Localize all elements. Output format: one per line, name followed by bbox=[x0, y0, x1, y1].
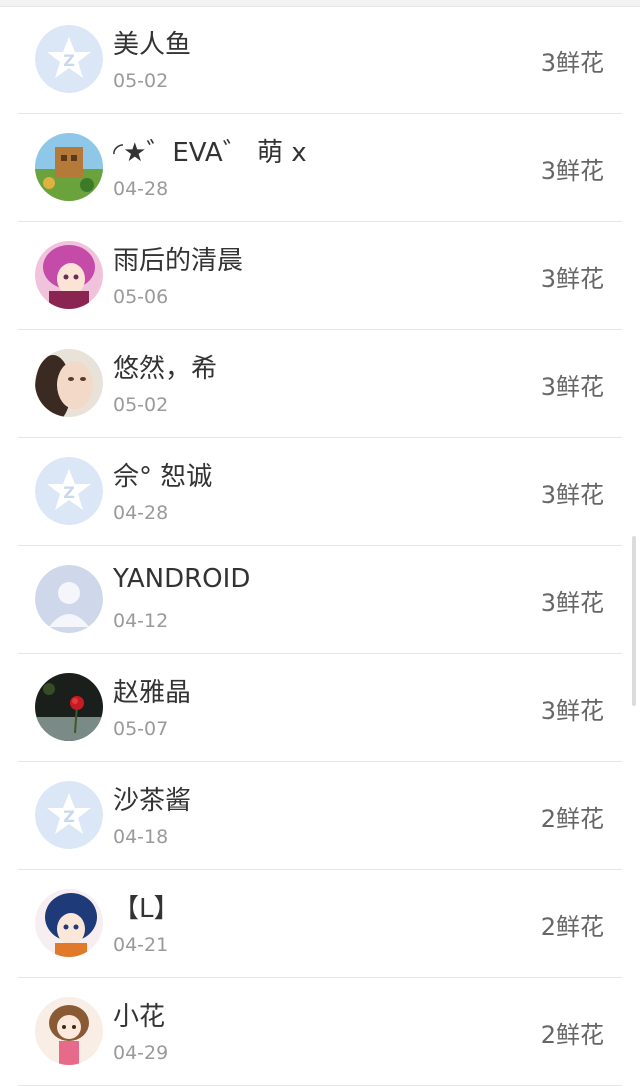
user-name: 佘° 恕诚 bbox=[113, 462, 213, 492]
anime-girl-blue-photo bbox=[35, 889, 103, 957]
list-item[interactable]: Z 佘° 恕诚 04-28 3鲜花 bbox=[18, 438, 622, 546]
flower-count: 3鲜花 bbox=[540, 373, 604, 401]
date-label: 05-06 bbox=[113, 286, 169, 308]
list-item[interactable]: 赵雅晶 05-07 3鲜花 bbox=[18, 654, 622, 762]
flower-count: 2鲜花 bbox=[540, 913, 604, 941]
date-label: 04-18 bbox=[113, 826, 169, 848]
flower-count: 3鲜花 bbox=[540, 49, 604, 77]
vertical-scrollbar[interactable] bbox=[632, 536, 636, 706]
list-item[interactable]: Z 美人鱼 05-02 3鲜花 bbox=[18, 6, 622, 114]
list-item[interactable]: Z 沙茶酱 04-18 2鲜花 bbox=[18, 762, 622, 870]
user-name: 沙茶酱 bbox=[113, 786, 192, 816]
list-item[interactable]: 雨后的清晨 05-06 3鲜花 bbox=[18, 222, 622, 330]
anime-girl-pink-photo bbox=[35, 241, 103, 309]
user-name: YANDROID bbox=[113, 564, 251, 594]
flower-count: 2鲜花 bbox=[540, 1021, 604, 1049]
date-label: 05-07 bbox=[113, 718, 169, 740]
date-label: 05-02 bbox=[113, 394, 169, 416]
rose-photo bbox=[35, 673, 103, 741]
flower-count: 3鲜花 bbox=[540, 589, 604, 617]
list-item[interactable]: 悠然，希 05-02 3鲜花 bbox=[18, 330, 622, 438]
date-label: 04-12 bbox=[113, 610, 169, 632]
date-label: 04-21 bbox=[113, 934, 169, 956]
user-name: ◜★゛EVA゛ 萌 x bbox=[113, 138, 307, 168]
qq-default-icon: Z bbox=[35, 781, 103, 849]
list-item[interactable]: ◜★゛EVA゛ 萌 x 04-28 3鲜花 bbox=[18, 114, 622, 222]
game-scene-photo bbox=[35, 133, 103, 201]
flower-count: 3鲜花 bbox=[540, 481, 604, 509]
qq-default-icon: Z bbox=[35, 25, 103, 93]
user-name: 悠然，希 bbox=[113, 354, 218, 384]
girl-face-photo bbox=[35, 349, 103, 417]
user-name: 【L】 bbox=[113, 894, 180, 924]
user-name: 赵雅晶 bbox=[113, 678, 192, 708]
user-name: 小花 bbox=[113, 1002, 166, 1032]
svg-text:Z: Z bbox=[63, 483, 75, 502]
user-name: 雨后的清晨 bbox=[113, 246, 244, 276]
date-label: 04-28 bbox=[113, 178, 169, 200]
date-label: 04-29 bbox=[113, 1042, 169, 1064]
svg-text:Z: Z bbox=[63, 51, 75, 70]
date-label: 04-28 bbox=[113, 502, 169, 524]
list-item[interactable]: YANDROID 04-12 3鲜花 bbox=[18, 546, 622, 654]
default-person-icon bbox=[35, 565, 103, 633]
list-item[interactable]: 【L】 04-21 2鲜花 bbox=[18, 870, 622, 978]
svg-text:Z: Z bbox=[63, 807, 75, 826]
cartoon-girl-photo bbox=[35, 997, 103, 1065]
flower-count: 3鲜花 bbox=[540, 697, 604, 725]
user-name: 美人鱼 bbox=[113, 30, 192, 60]
flower-count: 3鲜花 bbox=[540, 265, 604, 293]
list-item[interactable]: 小花 04-29 2鲜花 bbox=[18, 978, 622, 1086]
flower-count: 2鲜花 bbox=[540, 805, 604, 833]
date-label: 05-02 bbox=[113, 70, 169, 92]
qq-default-icon: Z bbox=[35, 457, 103, 525]
flower-ranking-list: Z 美人鱼 05-02 3鲜花 ◜★゛EVA゛ 萌 x 04-28 3鲜花 雨后… bbox=[0, 6, 640, 1086]
flower-count: 3鲜花 bbox=[540, 157, 604, 185]
